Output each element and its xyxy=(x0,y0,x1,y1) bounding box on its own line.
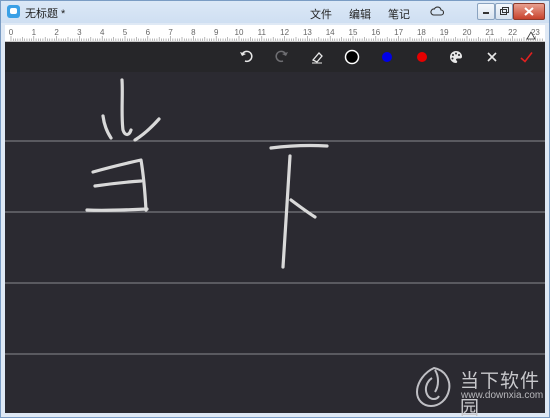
canvas-surface xyxy=(5,78,545,355)
ruler-label: 7 xyxy=(168,28,173,37)
redo-button[interactable] xyxy=(273,48,291,66)
menu-file[interactable]: 文件 xyxy=(310,6,332,22)
ruler-label: 16 xyxy=(371,28,380,37)
undo-icon xyxy=(240,50,253,63)
ruler-label: 11 xyxy=(258,28,267,37)
watermark-url: www.downxia.com xyxy=(461,390,544,401)
ruler-label: 1 xyxy=(32,28,37,37)
app-window: 无标题 * 文件 编辑 笔记 0 1 2 3 4 5 6 7 8 9 10 11 12 13 14 15 16 1… xyxy=(0,0,550,419)
handwriting-stroke-group xyxy=(85,78,161,213)
ruler-label: 22 xyxy=(508,28,517,37)
palette-button[interactable] xyxy=(447,48,465,66)
color-black-button[interactable] xyxy=(343,48,361,66)
redo-icon xyxy=(275,50,288,63)
menu-notes[interactable]: 笔记 xyxy=(388,6,410,22)
cancel-button[interactable] xyxy=(483,48,501,66)
watermark-logo-icon xyxy=(415,366,451,408)
cancel-icon xyxy=(487,52,497,62)
restore-icon xyxy=(500,7,509,15)
color-black-swatch xyxy=(344,49,360,65)
ruler-label: 18 xyxy=(417,28,426,37)
ruler-label: 19 xyxy=(440,28,449,37)
color-blue-button[interactable] xyxy=(378,48,396,66)
app-icon xyxy=(7,5,20,18)
ruler-label: 4 xyxy=(100,28,105,37)
ruler-label: 21 xyxy=(485,28,494,37)
window-title: 无标题 * xyxy=(25,8,66,20)
ruler-label: 10 xyxy=(235,28,244,37)
ruler: 0 1 2 3 4 5 6 7 8 9 10 11 12 13 14 15 16 17 18 19 20 21 22 23 xyxy=(5,25,545,42)
title-bar: 无标题 * 文件 编辑 笔记 xyxy=(1,1,549,23)
ruler-label: 8 xyxy=(191,28,196,37)
ruler-label: 5 xyxy=(123,28,128,37)
ruler-label: 14 xyxy=(326,28,335,37)
handwriting-canvas[interactable]: 当下软件园 www.downxia.com xyxy=(5,72,545,419)
ruler-label: 3 xyxy=(77,28,82,37)
eraser-icon xyxy=(311,52,323,64)
color-red-swatch xyxy=(417,52,427,62)
minimize-icon xyxy=(483,12,489,14)
ruler-label: 17 xyxy=(394,28,403,37)
confirm-icon xyxy=(520,52,533,63)
close-icon xyxy=(524,7,534,16)
menu-edit[interactable]: 编辑 xyxy=(349,6,371,22)
ruler-label: 15 xyxy=(349,28,358,37)
color-blue-swatch xyxy=(382,52,392,62)
cloud-icon[interactable] xyxy=(430,5,444,17)
undo-button[interactable] xyxy=(237,48,255,66)
confirm-button[interactable] xyxy=(517,48,535,66)
handwriting-stroke-group xyxy=(269,144,329,269)
restore-button[interactable] xyxy=(495,3,513,20)
drawing-toolbar xyxy=(5,42,545,72)
ruler-label: 0 xyxy=(9,28,14,37)
color-red-button[interactable] xyxy=(413,48,431,66)
palette-icon xyxy=(450,51,462,63)
ruler-label: 2 xyxy=(54,28,59,37)
ruler-scale: 0 1 2 3 4 5 6 7 8 9 10 11 12 13 14 15 16 17 18 19 20 21 22 23 xyxy=(9,28,543,41)
close-button[interactable] xyxy=(513,3,545,20)
watermark: 当下软件园 www.downxia.com xyxy=(411,364,545,419)
ruler-label: 20 xyxy=(463,28,472,37)
eraser-button[interactable] xyxy=(308,48,326,66)
ruler-label: 12 xyxy=(280,28,289,37)
ruler-label: 9 xyxy=(214,28,219,37)
ruler-label: 6 xyxy=(146,28,151,37)
ruler-label: 13 xyxy=(303,28,312,37)
minimize-button[interactable] xyxy=(477,3,495,20)
